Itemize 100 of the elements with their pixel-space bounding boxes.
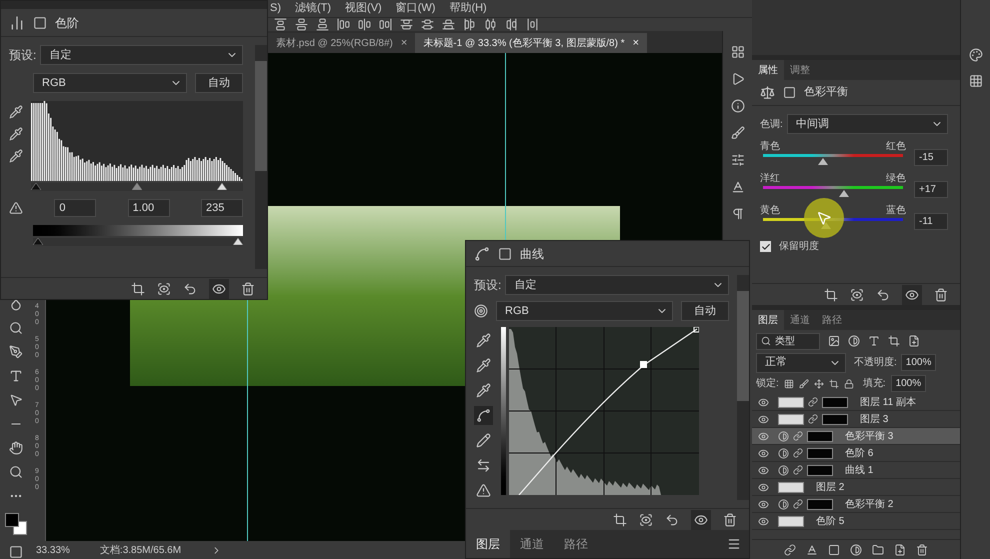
panel-tab[interactable]: 通道 [784, 310, 816, 330]
path-select-tool-icon[interactable] [9, 393, 23, 407]
reset-icon[interactable] [665, 512, 679, 526]
slider-handle[interactable] [31, 183, 41, 190]
input-level-field[interactable]: 0 [54, 199, 96, 217]
levels-icon[interactable] [9, 14, 25, 30]
slider-track[interactable] [763, 186, 903, 197]
layer-row[interactable]: 色彩平衡 3 [752, 428, 960, 445]
panel-tab[interactable]: 路径 [554, 530, 598, 558]
visibility-icon[interactable] [758, 430, 768, 442]
menu-icon[interactable] [727, 537, 741, 551]
hand-tool-icon[interactable] [9, 441, 23, 455]
menu-item[interactable]: 滤镜(T) [295, 0, 332, 16]
character-icon[interactable] [730, 180, 744, 194]
distribute-center-icon[interactable] [484, 18, 497, 31]
close-button[interactable]: × [400, 34, 408, 52]
align-middle-icon[interactable] [295, 18, 308, 31]
smart-object-icon[interactable] [908, 335, 920, 347]
paragraph-icon[interactable] [730, 207, 744, 221]
adjustment-icon[interactable] [850, 544, 862, 556]
delete-icon[interactable] [723, 512, 737, 526]
slider-track[interactable] [31, 183, 243, 191]
distribute-spacing-icon[interactable] [526, 18, 539, 31]
quick-mask-icon[interactable] [9, 545, 23, 559]
panel-tab[interactable]: 图层 [466, 530, 510, 558]
delete-icon[interactable] [916, 544, 928, 556]
layer-row[interactable]: 色阶 6 [752, 445, 960, 462]
menu-item[interactable]: 窗口(W) [396, 0, 436, 16]
slider-handle[interactable] [33, 238, 43, 245]
document-tab[interactable]: 未标题-1 @ 33.3% (色彩平衡 3, 图层蒙版/8) * × [415, 33, 648, 53]
clipping-warning-icon[interactable] [9, 201, 23, 215]
color-swatches[interactable] [5, 513, 27, 535]
brush-presets-icon[interactable] [730, 126, 744, 140]
blend-mode-dropdown[interactable]: 正常 [756, 352, 846, 372]
palette-icon[interactable] [968, 48, 982, 62]
scrollbar[interactable] [737, 275, 749, 500]
delete-icon[interactable] [934, 288, 948, 302]
checkbox[interactable] [760, 241, 771, 252]
panel-tab[interactable]: 通道 [510, 530, 554, 558]
delete-icon[interactable] [241, 282, 255, 296]
balance-icon[interactable] [760, 85, 775, 100]
new-layer-icon[interactable] [894, 544, 906, 556]
visibility-icon[interactable] [905, 288, 919, 302]
adjustments-icon[interactable] [730, 153, 744, 167]
visibility-icon[interactable] [758, 498, 768, 510]
view-previous-icon[interactable] [639, 512, 653, 526]
layer-row[interactable]: 色阶 5 [752, 513, 960, 530]
distribute-middle-icon[interactable] [421, 18, 434, 31]
visibility-icon[interactable] [758, 464, 768, 476]
lock-pixels-icon[interactable] [784, 378, 794, 388]
align-center-icon[interactable] [358, 18, 371, 31]
visibility-icon[interactable] [758, 396, 768, 408]
menu-item[interactable]: 帮助(H) [449, 0, 487, 16]
layer-row[interactable]: 曲线 1 [752, 462, 960, 479]
layer-row[interactable]: 色彩平衡 2 [752, 496, 960, 513]
pen-tool-icon[interactable] [9, 345, 23, 359]
actions-icon[interactable] [730, 72, 744, 86]
menu-item[interactable]: 视图(V) [345, 0, 382, 16]
blur-tool-icon[interactable] [9, 297, 23, 311]
panel-tab[interactable]: 路径 [816, 310, 848, 330]
visibility-icon[interactable] [758, 516, 768, 526]
distribute-right-icon[interactable] [505, 18, 518, 31]
type-tool-icon[interactable] [9, 369, 23, 383]
grid-icon[interactable] [968, 74, 982, 88]
align-top-icon[interactable] [274, 18, 287, 31]
mask-icon[interactable] [783, 86, 796, 99]
on-image-adjust-icon[interactable] [474, 304, 488, 318]
value-field[interactable]: +17 [914, 181, 948, 198]
zoom-level[interactable]: 33.33% [36, 542, 70, 558]
folder-icon[interactable] [872, 544, 884, 556]
auto-button[interactable]: 自动 [681, 301, 729, 321]
link-icon[interactable] [784, 544, 796, 556]
channel-dropdown[interactable]: RGB [33, 73, 187, 93]
scrollbar[interactable] [255, 45, 267, 269]
preset-dropdown[interactable]: 自定 [505, 275, 729, 295]
add-mask-icon[interactable] [828, 544, 840, 556]
move-icon[interactable] [814, 378, 824, 388]
lock-icon[interactable] [844, 378, 854, 388]
info-icon[interactable] [730, 99, 744, 113]
adjustment-icon[interactable] [848, 335, 860, 347]
visibility-icon[interactable] [758, 482, 768, 492]
slider-handle[interactable] [233, 238, 243, 245]
input-level-field[interactable]: 235 [200, 199, 243, 217]
layer-row[interactable]: 图层 2 [752, 479, 960, 496]
mask-icon[interactable] [498, 246, 512, 260]
eyedropper-icon[interactable] [9, 127, 23, 141]
type-icon[interactable] [868, 335, 880, 347]
menu-item[interactable]: S) [270, 0, 281, 16]
filter-dropdown[interactable]: 类型 [756, 332, 820, 350]
slider-handle[interactable] [132, 183, 142, 190]
layer-row[interactable]: 图层 3 [752, 411, 960, 428]
image-icon[interactable] [828, 335, 840, 347]
visibility-icon[interactable] [758, 448, 768, 458]
align-left-icon[interactable] [337, 18, 350, 31]
document-tab[interactable]: 素材.psd @ 25%(RGB/8#) × [268, 33, 416, 53]
layer-row[interactable]: 图层 11 副本 [752, 394, 960, 411]
close-button[interactable]: × [632, 34, 640, 52]
visibility-icon[interactable] [212, 282, 226, 296]
auto-button[interactable]: 自动 [195, 73, 243, 93]
visibility-icon[interactable] [694, 512, 708, 526]
